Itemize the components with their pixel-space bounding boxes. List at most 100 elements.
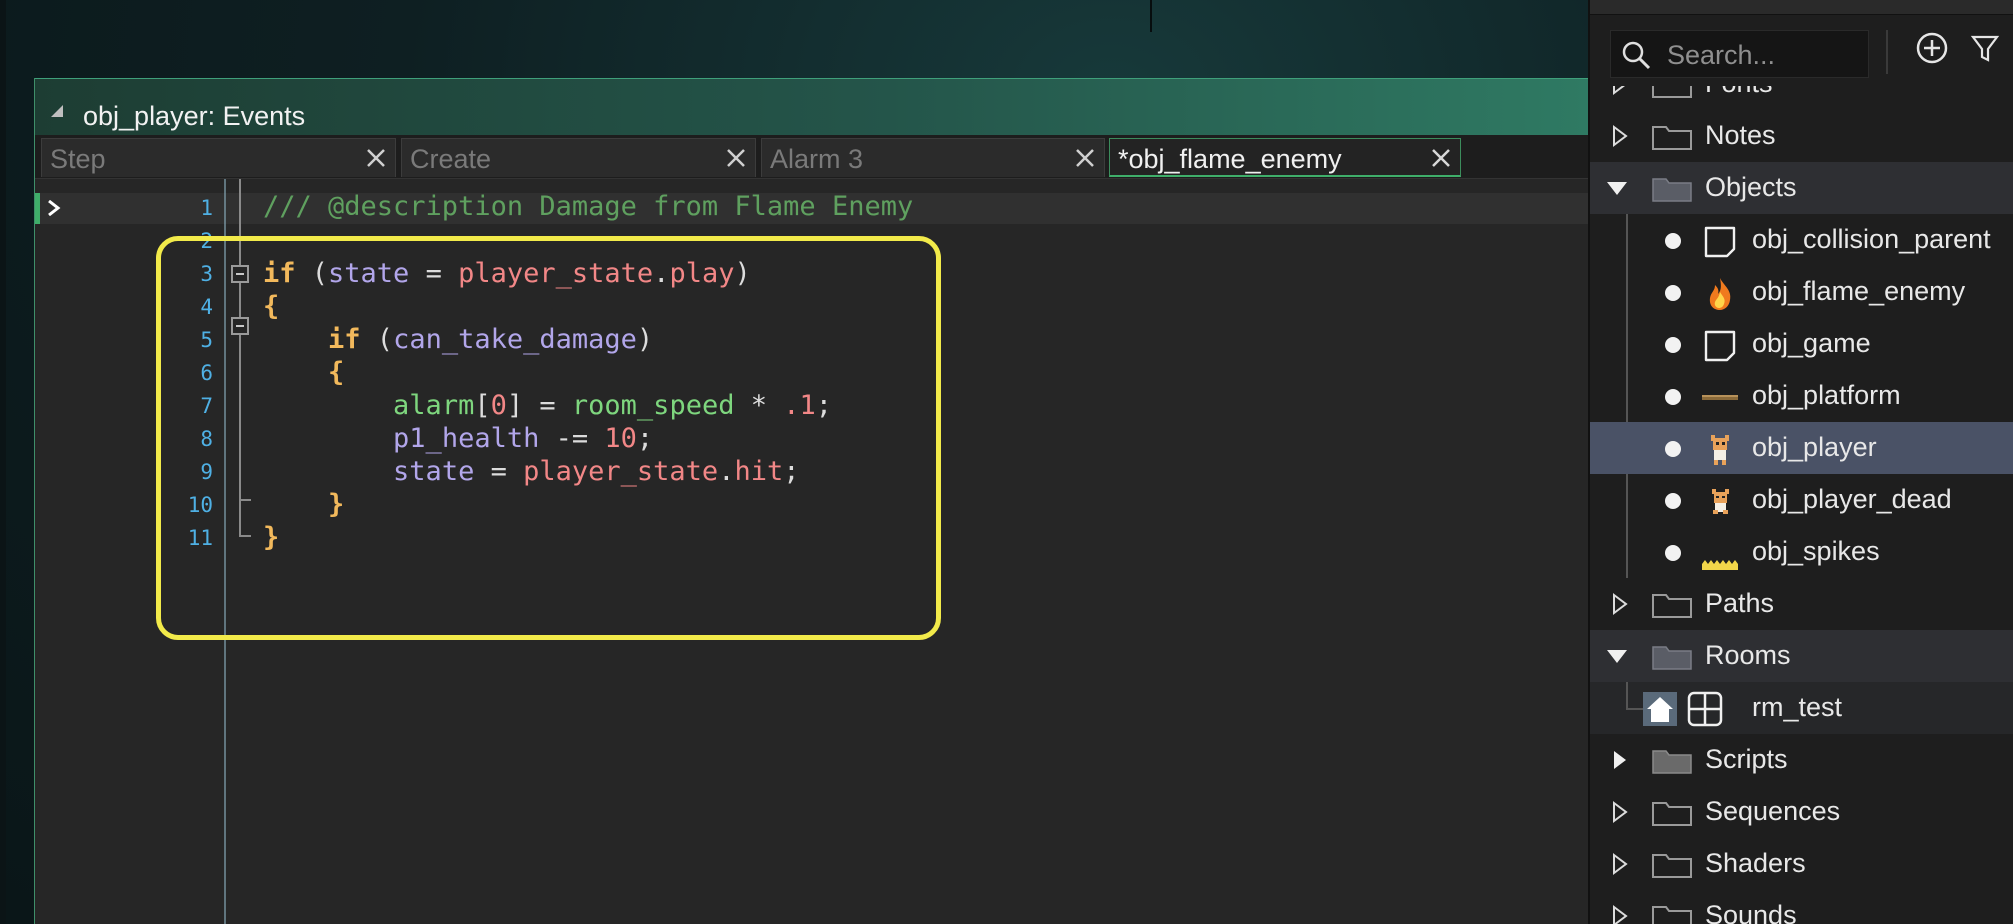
tree-item-label: obj_player [1752,432,1877,462]
close-icon[interactable] [1430,147,1452,169]
tree-item-obj-player-dead[interactable]: obj_player_dead [1590,474,2013,526]
search-box[interactable] [1610,30,1869,78]
blank-sprite-icon [1704,226,1736,258]
line-number: 1 [200,196,213,220]
tree-item-label: Sounds [1705,900,1797,924]
blank-sprite-icon [1704,330,1736,362]
tree-item-label: Shaders [1705,848,1806,878]
tree-item-sounds[interactable]: Sounds [1590,890,2013,924]
tree-item-label: Rooms [1705,640,1791,670]
tree-item-obj-platform[interactable]: obj_platform [1590,370,2013,422]
code-line-1[interactable]: /// @description Damage from Flame Enemy [263,191,914,222]
room-icon [1687,691,1723,727]
tab-alarm-3[interactable]: Alarm 3 [761,138,1105,177]
chevron-right-icon[interactable] [1608,86,1632,96]
bullet-icon [1665,545,1681,561]
search-input[interactable] [1665,37,1864,73]
tree-item-obj-flame-enemy[interactable]: obj_flame_enemy [1590,266,2013,318]
tree-item-label: Scripts [1705,744,1788,774]
bullet-icon [1665,493,1681,509]
tab-label: *obj_flame_enemy [1118,144,1342,174]
tab-label: Alarm 3 [770,144,864,174]
tree-item-label: Objects [1705,172,1797,202]
tree-item-label: Notes [1705,120,1776,150]
tree-item-obj-collision-parent[interactable]: obj_collision_parent [1590,214,2013,266]
search-icon [1622,41,1651,70]
bullet-icon [1665,389,1681,405]
folder-icon [1652,854,1692,878]
chevron-right-icon[interactable] [1608,800,1632,824]
tab-obj-flame-enemy[interactable]: *obj_flame_enemy [1109,138,1461,177]
current-line-marker [35,193,40,224]
tree-item-label: rm_test [1752,692,1843,722]
tree-item-label: Paths [1705,588,1775,618]
tree-item-label: obj_game [1752,328,1871,358]
comment: /// @description Damage from Flame Enemy [263,191,914,222]
home-icon [1643,692,1677,726]
tree-item-fonts[interactable]: Fonts [1590,86,2013,110]
player-dead-sprite-icon [1712,489,1729,514]
chevron-right-icon[interactable] [1608,592,1632,616]
flame-icon [1709,278,1731,310]
tree-item-label: Sequences [1705,796,1841,826]
tree-item-objects[interactable]: Objects [1590,162,2013,214]
folder-icon [1652,594,1692,618]
folder-icon [1652,802,1692,826]
tree-item-obj-player[interactable]: obj_player [1590,422,2013,474]
folder-icon [1652,906,1692,924]
window-titlebar[interactable]: obj_player: Events [35,78,1589,135]
tree-item-sequences[interactable]: Sequences [1590,786,2013,838]
panel-header-strip [1590,0,2013,15]
tree-item-paths[interactable]: Paths [1590,578,2013,630]
spikes-sprite-icon [1702,560,1738,570]
tree-item-rm-test[interactable]: rm_test [1590,682,2013,734]
tree-item-label: obj_platform [1752,380,1901,410]
window-title: obj_player: Events [83,101,306,131]
toolbar-separator [1886,30,1888,74]
close-icon[interactable] [725,147,747,169]
chevron-right-icon[interactable] [1608,904,1632,924]
execution-arrow-icon [48,200,61,216]
tree-item-obj-spikes[interactable]: obj_spikes [1590,526,2013,578]
platform-sprite-icon [1702,395,1738,400]
folder-icon [1652,126,1692,150]
resize-grip-icon[interactable] [49,103,65,119]
tree-item-rooms[interactable]: Rooms [1590,630,2013,682]
filter-icon[interactable] [1970,33,2000,63]
tree-item-obj-game[interactable]: obj_game [1590,318,2013,370]
tab-label: Create [410,144,492,174]
chevron-down-icon[interactable] [1605,644,1629,668]
tree-item-shaders[interactable]: Shaders [1590,838,2013,890]
tab-create[interactable]: Create [401,138,756,177]
folder-open-icon [1652,178,1692,202]
annotation-highlight-box [156,236,941,640]
tree-item-notes[interactable]: Notes [1590,110,2013,162]
close-icon[interactable] [365,147,387,169]
chevron-down-icon[interactable] [1605,176,1629,200]
bullet-icon [1665,233,1681,249]
chevron-right-icon[interactable] [1608,748,1632,772]
asset-tree: Fonts Notes Objects obj_collision_parent… [1590,86,2013,924]
tree-guide [1626,682,1628,708]
add-icon[interactable] [1915,31,1949,65]
workspace-divider [1150,0,1152,32]
player-sprite-icon [1711,435,1729,465]
bullet-icon [1665,285,1681,301]
bullet-icon [1665,337,1681,353]
workspace-edge [0,0,6,924]
tree-item-label: Fonts [1705,86,1773,99]
tree-item-label: obj_spikes [1752,536,1880,566]
folder-icon [1652,86,1692,98]
tab-step[interactable]: Step [41,138,396,177]
chevron-right-icon[interactable] [1608,852,1632,876]
tab-label: Step [50,144,106,174]
tree-item-scripts[interactable]: Scripts [1590,734,2013,786]
bullet-icon [1665,441,1681,457]
asset-browser-panel: Fonts Notes Objects obj_collision_parent… [1588,0,2013,924]
tree-item-label: obj_collision_parent [1752,224,1991,254]
chevron-right-icon[interactable] [1608,124,1632,148]
close-icon[interactable] [1074,147,1096,169]
folder-open-icon [1652,646,1692,670]
tree-item-label: obj_player_dead [1752,484,1952,514]
tree-item-label: obj_flame_enemy [1752,276,1966,306]
